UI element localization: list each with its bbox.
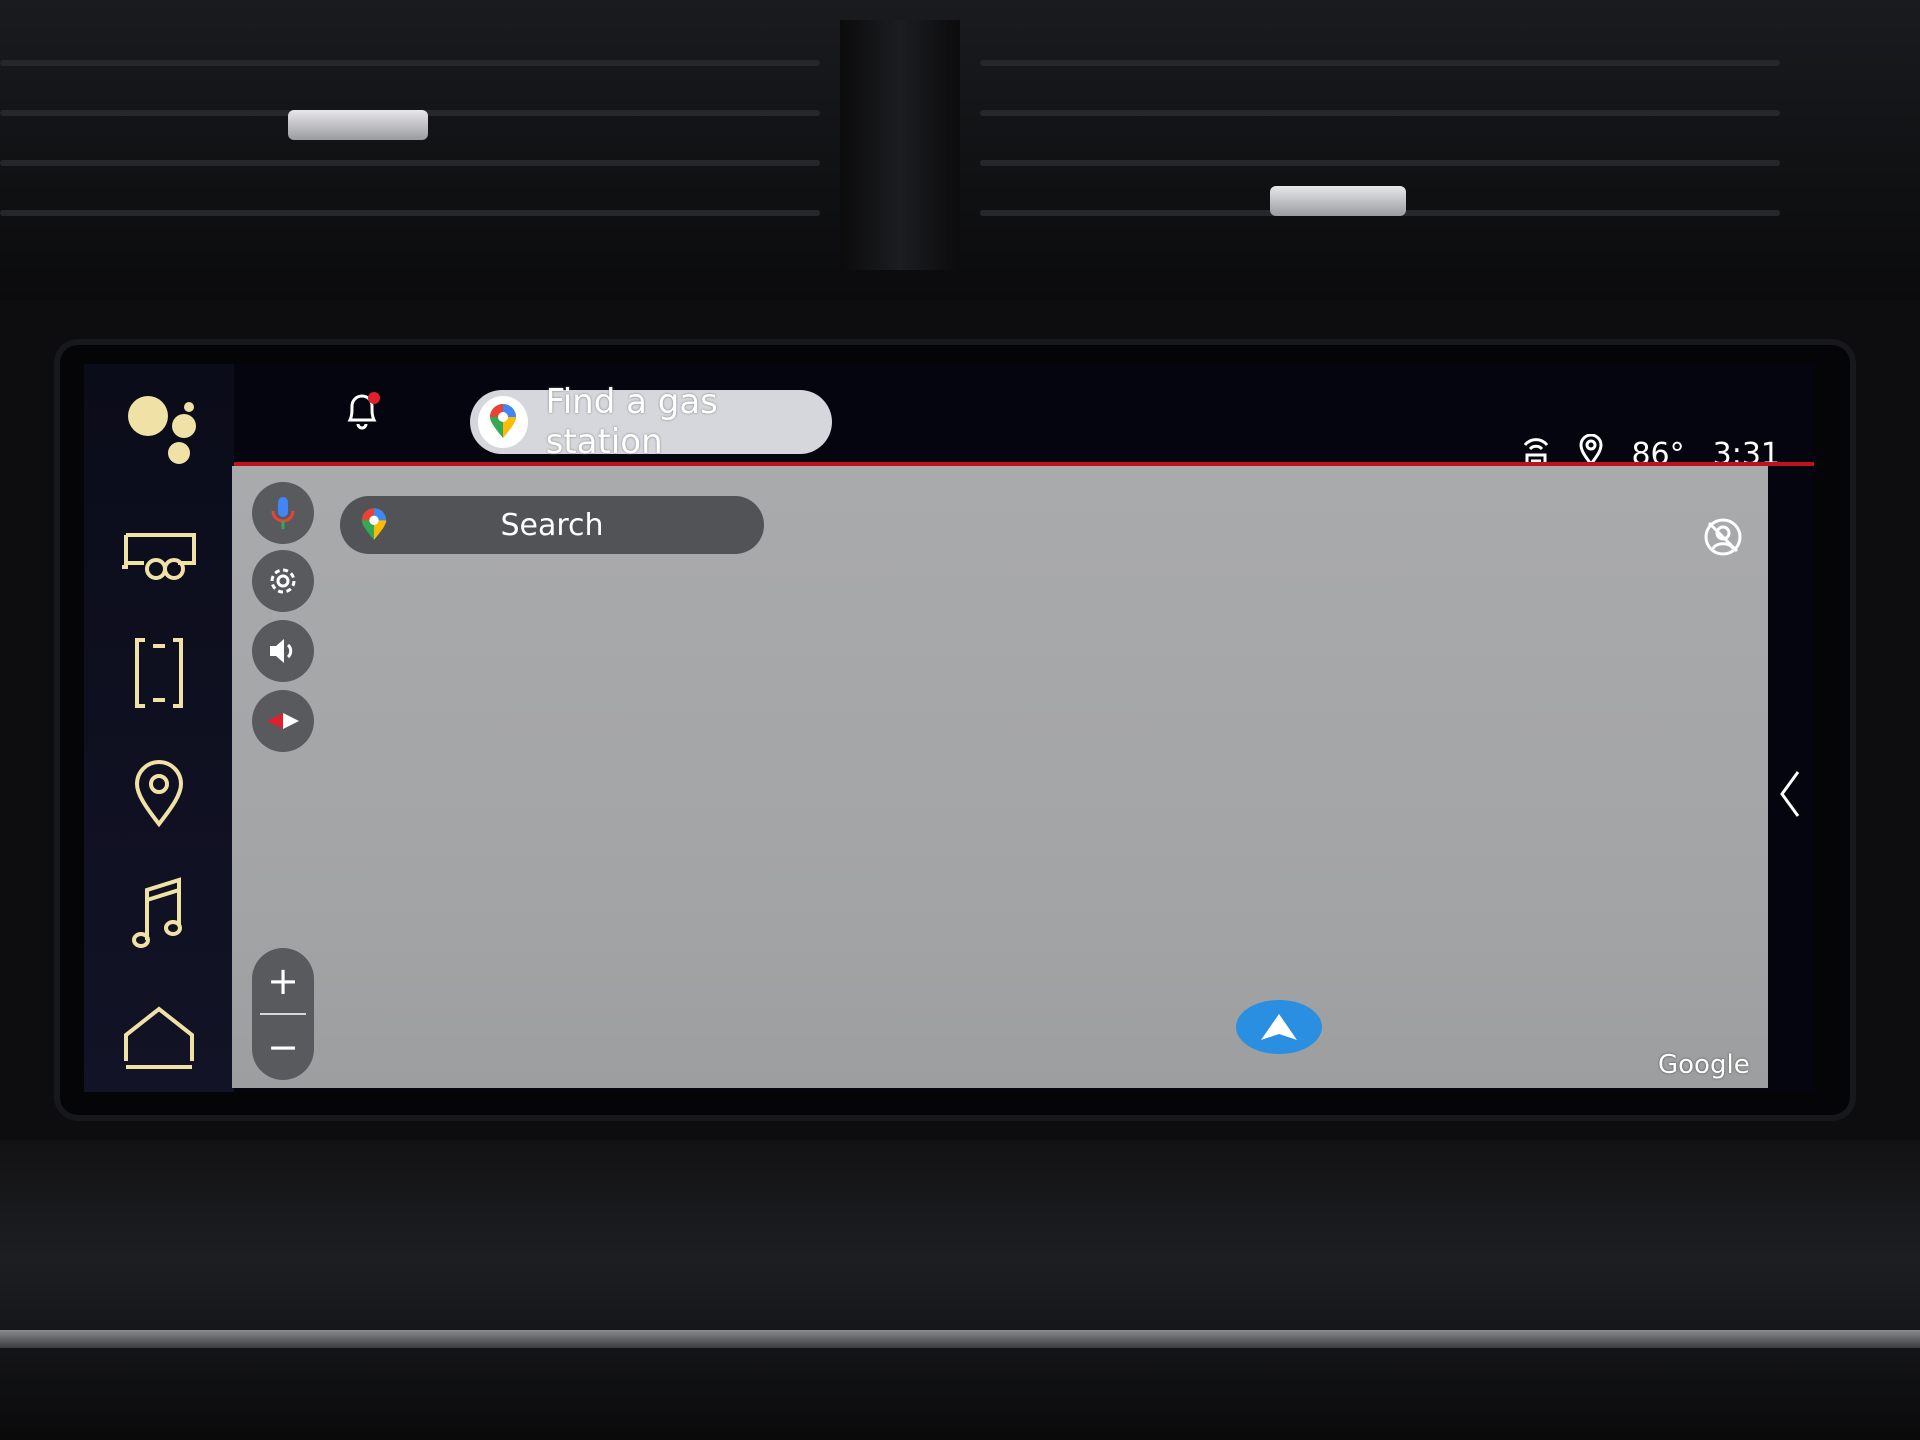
map-view[interactable]: Search + − Google: [232, 466, 1768, 1088]
assistant-dot: [184, 402, 194, 412]
zoom-separator: [260, 1013, 306, 1015]
assistant-dot: [128, 396, 168, 436]
google-assistant-icon[interactable]: [124, 392, 204, 464]
phone-icon[interactable]: [120, 634, 198, 712]
compass-button[interactable]: [252, 690, 314, 752]
air-vent: [0, 0, 1920, 300]
vent-divider: [840, 20, 960, 270]
vent-slat: [980, 60, 1780, 66]
assistant-suggestion-text: Find a gas station: [545, 382, 718, 462]
app-rail: [84, 364, 234, 1092]
vent-knob-left: [288, 110, 428, 140]
current-location-arrow-icon: [1236, 1000, 1322, 1054]
settings-gear-button[interactable]: [252, 550, 314, 612]
dashboard-trim: [0, 1330, 1920, 1348]
zoom-control: + −: [252, 948, 314, 1080]
location-pin-icon[interactable]: [120, 754, 198, 832]
dashboard-lower: [0, 1140, 1920, 1440]
map-search-bar[interactable]: Search: [340, 496, 764, 554]
chevron-left-icon[interactable]: [1772, 764, 1808, 824]
vent-slat: [0, 210, 820, 216]
trailer-icon[interactable]: [120, 514, 198, 592]
assistant-suggestion-chip[interactable]: Find a gas station: [470, 382, 832, 462]
infotainment-screen: Find a gas station 86° 3:31 Search + − G…: [84, 364, 1814, 1092]
google-attribution: Google: [1658, 1050, 1750, 1080]
voice-mic-button[interactable]: [252, 482, 314, 544]
sound-button[interactable]: [252, 620, 314, 682]
vent-slat: [980, 160, 1780, 166]
google-maps-icon: [478, 396, 528, 448]
notification-bell-icon[interactable]: [342, 390, 382, 430]
search-label: Search: [500, 507, 604, 543]
assistant-dot: [172, 414, 196, 438]
home-icon[interactable]: [120, 998, 198, 1076]
vent-knob-right: [1270, 186, 1406, 216]
zoom-in-button[interactable]: +: [252, 950, 314, 1012]
zoom-out-button[interactable]: −: [252, 1016, 314, 1078]
vent-slat: [0, 60, 820, 66]
speed-limit-off-icon[interactable]: [1702, 516, 1744, 558]
assistant-dot: [168, 442, 190, 464]
top-bar: Find a gas station 86° 3:31: [234, 364, 1814, 472]
music-note-icon[interactable]: [120, 874, 198, 952]
vent-slat: [0, 160, 820, 166]
vent-slat: [980, 110, 1780, 116]
